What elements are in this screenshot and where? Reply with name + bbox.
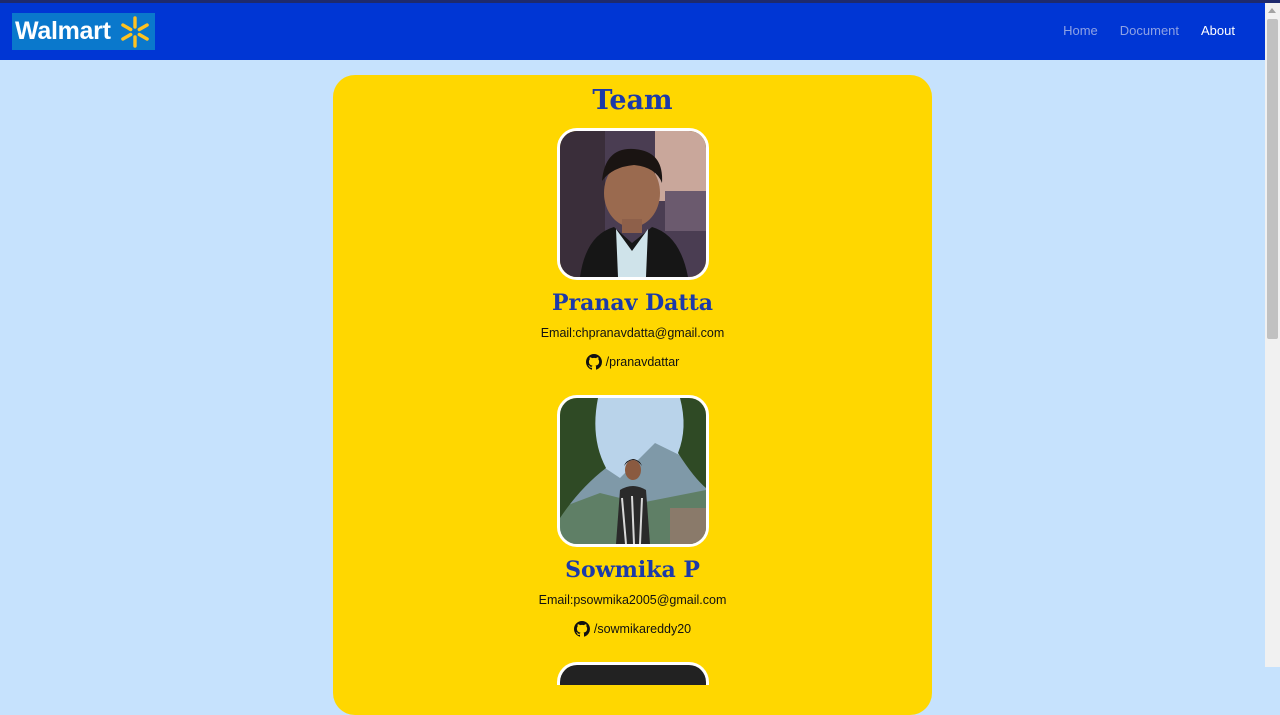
nav-links: Home Document About	[1063, 23, 1235, 38]
team-card: Team Pranav Datta Email:chpranavdatta@gm…	[333, 75, 932, 715]
member-github-handle: /sowmikareddy20	[593, 622, 692, 636]
member-email: Email:chpranavdatta@gmail.com	[540, 326, 725, 340]
brand-name: Walmart	[15, 17, 111, 45]
member-name: Pranav Datta	[552, 290, 713, 316]
member-photo-partial	[557, 662, 709, 685]
github-icon	[573, 621, 590, 637]
nav-link-about[interactable]: About	[1201, 23, 1235, 38]
nav-link-home[interactable]: Home	[1063, 23, 1098, 38]
page-title: Team	[592, 85, 673, 116]
member-photo	[557, 395, 709, 547]
scroll-up-arrow-icon[interactable]	[1268, 8, 1276, 13]
page-scrollbar[interactable]	[1265, 3, 1280, 667]
member-github-link[interactable]: /sowmikareddy20	[333, 621, 932, 637]
member-email: Email:psowmika2005@gmail.com	[538, 593, 727, 607]
member-name: Sowmika P	[565, 557, 700, 583]
member-github-link[interactable]: /pranavdattar	[333, 354, 932, 370]
member-github-handle: /pranavdattar	[605, 355, 680, 369]
nav-link-document[interactable]: Document	[1120, 23, 1179, 38]
github-icon	[585, 354, 602, 370]
scrollbar-thumb[interactable]	[1267, 19, 1278, 339]
navbar: Walmart Home Document About	[0, 3, 1265, 60]
walmart-logo[interactable]: Walmart	[12, 13, 155, 50]
walmart-spark-icon	[121, 16, 149, 48]
member-photo	[557, 128, 709, 280]
